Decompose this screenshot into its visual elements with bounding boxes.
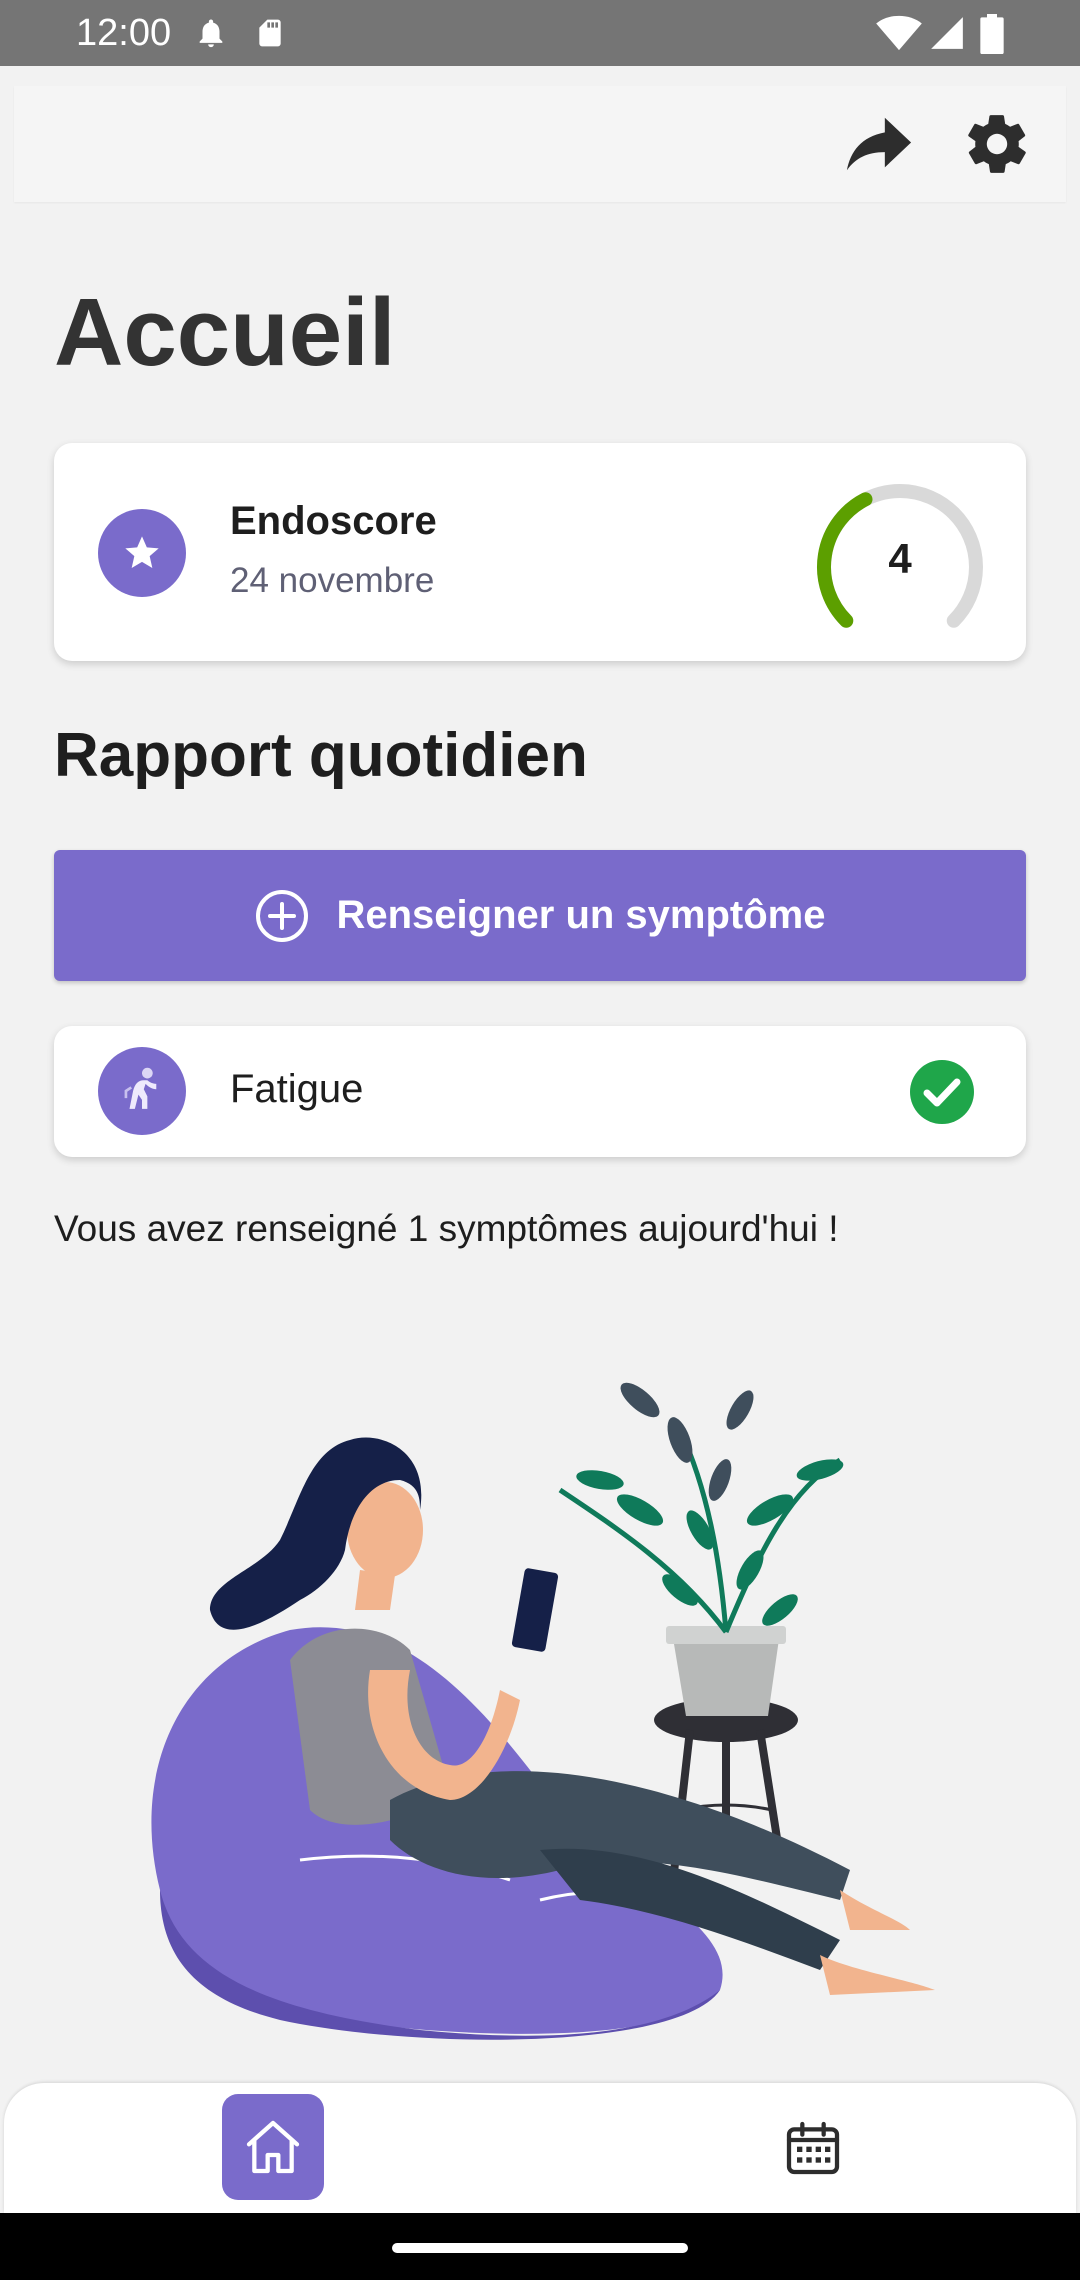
- notification-bell-icon: [194, 14, 228, 57]
- nav-home-tab[interactable]: [222, 2094, 324, 2200]
- system-navigation-bar: [0, 2213, 1080, 2280]
- endoscore-value: 4: [888, 535, 912, 582]
- add-symptom-button[interactable]: Renseigner un symptôme: [54, 850, 1026, 981]
- symptom-card-fatigue[interactable]: Fatigue: [54, 1026, 1026, 1157]
- calendar-icon: [786, 2121, 840, 2175]
- settings-gear-icon[interactable]: [952, 99, 1042, 189]
- add-circle-icon: [256, 889, 309, 942]
- sd-card-icon: [254, 14, 286, 57]
- gesture-handle[interactable]: [392, 2243, 688, 2253]
- woman-on-beanbag-illustration: [120, 1370, 950, 2050]
- nav-calendar-tab[interactable]: [762, 2097, 864, 2199]
- check-circle-icon: [910, 1060, 974, 1124]
- battery-icon: [980, 14, 1004, 59]
- endoscore-gauge: 4: [810, 477, 990, 657]
- share-icon[interactable]: [834, 99, 924, 189]
- symptoms-summary: Vous avez renseigné 1 symptômes aujourd'…: [54, 1208, 839, 1249]
- status-time: 12:00: [76, 12, 172, 54]
- page-title: Accueil: [54, 279, 396, 386]
- status-bar: 12:00: [0, 0, 1080, 66]
- home-icon: [246, 2120, 300, 2174]
- daily-report-title: Rapport quotidien: [54, 721, 588, 790]
- endoscore-title: Endoscore: [230, 499, 437, 543]
- endoscore-date: 24 novembre: [230, 561, 435, 600]
- star-icon: [98, 509, 186, 597]
- bottom-navigation: [4, 2083, 1076, 2213]
- add-symptom-label: Renseigner un symptôme: [336, 893, 826, 937]
- endoscore-card[interactable]: Endoscore 24 novembre 4: [54, 443, 1026, 661]
- signal-icon: [928, 14, 966, 57]
- wifi-icon: [876, 14, 922, 57]
- fatigue-figure-icon: [98, 1047, 186, 1135]
- symptom-label: Fatigue: [230, 1067, 364, 1111]
- top-app-bar: [14, 86, 1066, 202]
